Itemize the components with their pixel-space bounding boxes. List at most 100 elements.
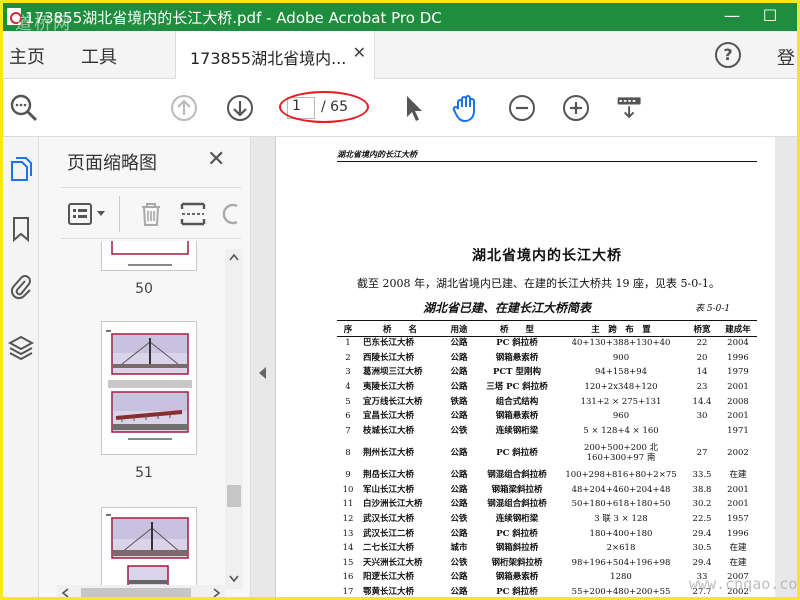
window-title: 173855湖北省境内的长江大桥.pdf - Adobe Acrobat Pro…: [25, 9, 442, 27]
page-thumbnail[interactable]: [101, 241, 197, 271]
table-cell: 二七长江大桥: [363, 543, 415, 554]
table-row: 1 巴东长江大桥 公路 PC 斜拉桥 40+130+388+130+40 22 2004: [337, 337, 757, 352]
page-thumbnail[interactable]: [101, 507, 197, 587]
thumbnail-horizontal-scrollbar[interactable]: [57, 585, 225, 598]
zoom-in-icon[interactable]: [561, 93, 591, 123]
table-cell: 葛洲坝三江大桥: [363, 367, 423, 378]
table-cell: 天兴洲长江大桥: [363, 557, 423, 568]
table-cell: 公路: [450, 528, 468, 539]
table-cell: 900: [612, 352, 630, 363]
table-header-cell: 主 跨 布 置: [557, 320, 685, 337]
table-cell: 公路: [450, 572, 468, 583]
table-cell: 钢桁架斜拉桥: [491, 557, 543, 568]
previous-page-icon[interactable]: [169, 93, 199, 123]
table-cell: 2×618: [606, 543, 636, 554]
scrollbar-thumb[interactable]: [227, 485, 241, 507]
table-cell: PC 斜拉桥: [496, 528, 538, 539]
table-row: 3 葛洲坝三江大桥 公路 PCT 型刚构 94+158+94 14 1979: [337, 366, 757, 381]
table-cell: 组合式结构: [495, 396, 539, 407]
document-title: 湖北省境内的长江大桥: [472, 248, 622, 264]
delete-page-icon[interactable]: [137, 200, 165, 228]
table-cell: 2008: [727, 396, 749, 407]
scrollbar-thumb[interactable]: [81, 588, 191, 597]
table-cell: 钢箱斜拉桥: [495, 543, 539, 554]
table-cell: 1280: [610, 572, 632, 583]
table-cell: 公路: [450, 411, 468, 422]
thumbnail-options-icon[interactable]: [67, 202, 109, 226]
table-cell: 荆州长江大桥: [363, 447, 415, 458]
running-header: 湖北省境内的长江大桥: [337, 149, 417, 159]
document-view[interactable]: 湖北省境内的长江大桥 湖北省境内的长江大桥 截至 2008 年，湖北省境内已建、…: [251, 137, 797, 598]
scroll-left-icon[interactable]: [61, 588, 69, 598]
table-cell: 1996: [727, 528, 749, 539]
table-cell: 1971: [727, 425, 749, 436]
table-cell: PC 斜拉桥: [496, 338, 538, 349]
table-header-cell: 序: [337, 320, 359, 337]
page-thumbnails-icon[interactable]: [8, 155, 34, 183]
tab-tools[interactable]: 工具: [81, 43, 117, 69]
table-cell: 军山长江大桥: [363, 484, 415, 495]
hand-tool-icon[interactable]: [451, 93, 481, 123]
table-header-cell: 桥 型: [477, 320, 557, 337]
layers-icon[interactable]: [8, 333, 34, 361]
insert-page-icon[interactable]: [179, 200, 207, 228]
tab-home[interactable]: 主页: [9, 43, 45, 69]
document-intro: 截至 2008 年，湖北省境内已建、在建的长江大桥共 19 座，见表 5-0-1…: [357, 277, 720, 290]
attachment-icon[interactable]: [8, 273, 34, 301]
table-cell: 2002: [727, 447, 749, 458]
table-cell: 公路: [450, 587, 468, 598]
page-thumbnail[interactable]: [101, 321, 197, 455]
table-cell: 西陵长江大桥: [363, 352, 415, 363]
table-row: 10 军山长江大桥 公路 钢箱梁斜拉桥 48+204+460+204+48 38.8 200…: [337, 483, 757, 498]
tab-document[interactable]: 173855湖北省境内... ✕: [175, 31, 375, 79]
scroll-down-icon[interactable]: [229, 575, 239, 583]
table-row: 14 二七长江大桥 城市 钢箱斜拉桥 2×618 30.5 在建: [337, 542, 757, 557]
table-cell: 连续钢桁梁: [495, 425, 539, 436]
thumbnail-vertical-scrollbar[interactable]: [225, 249, 243, 589]
scroll-right-icon[interactable]: [213, 588, 221, 598]
rotate-page-icon[interactable]: [217, 200, 241, 228]
search-zoom-icon[interactable]: [9, 93, 39, 123]
bookmark-icon[interactable]: [8, 215, 34, 243]
table-cell: 20: [696, 352, 708, 363]
help-icon[interactable]: ?: [715, 42, 741, 68]
table-cell: 5 × 128+4 × 160: [583, 425, 659, 436]
page-thumbnail-preview: [111, 241, 189, 266]
table-row: 2 西陵长江大桥 公路 钢箱悬索桥 900 20 1996: [337, 351, 757, 366]
table-cell: 17: [342, 587, 354, 598]
table-row: 12 武汉长江大桥 公铁 连续钢桁梁 3 联 3 × 128 22.5 1957: [337, 512, 757, 527]
table-cell: 巴东长江大桥: [363, 338, 415, 349]
header-rule: [337, 161, 757, 162]
table-cell: 120+2x348+120: [584, 381, 658, 392]
table-cell: 98+196+504+196+98: [571, 557, 671, 568]
table-cell: 22.5: [692, 514, 712, 525]
table-cell: 公铁: [450, 514, 468, 525]
maximize-button[interactable]: ☐: [751, 3, 789, 31]
signin-link[interactable]: 登: [777, 44, 795, 70]
close-tab-button[interactable]: ✕: [353, 43, 366, 62]
table-cell: 1979: [727, 367, 749, 378]
select-arrow-icon[interactable]: [399, 93, 429, 123]
fit-page-icon[interactable]: [615, 93, 645, 123]
table-cell: 4: [345, 381, 351, 392]
next-page-icon[interactable]: [225, 93, 255, 123]
scroll-up-icon[interactable]: [229, 253, 239, 261]
table-cell: 公路: [450, 381, 468, 392]
collapse-panel-arrow-icon[interactable]: [259, 367, 266, 379]
panel-close-button[interactable]: ✕: [207, 147, 225, 172]
table-cell: 枝城长江大桥: [363, 425, 415, 436]
table-cell: 29.4: [692, 557, 712, 568]
zoom-out-icon[interactable]: [507, 93, 537, 123]
table-cell: 100+298+816+80+2×75: [565, 470, 677, 481]
table-cell: 14: [342, 543, 354, 554]
table-row: 9 荆岳长江大桥 公路 钢混组合斜拉桥 100+298+816+80+2×75 33.5 在…: [337, 469, 757, 484]
minimize-button[interactable]: —: [713, 3, 751, 31]
table-row: 15 天兴洲长江大桥 公铁 钢桁架斜拉桥 98+196+504+196+98 29.4 在建: [337, 556, 757, 571]
page-thumbnail-preview: [106, 514, 189, 587]
table-cell: 960: [612, 411, 630, 422]
page-edge: [275, 137, 276, 597]
table-cell: 30.5: [692, 543, 712, 554]
table-row: 7 枝城长江大桥 公铁 连续钢桁梁 5 × 128+4 × 160 1971: [337, 424, 757, 439]
table-cell: 7: [345, 425, 351, 436]
table-cell: 2004: [727, 338, 749, 349]
